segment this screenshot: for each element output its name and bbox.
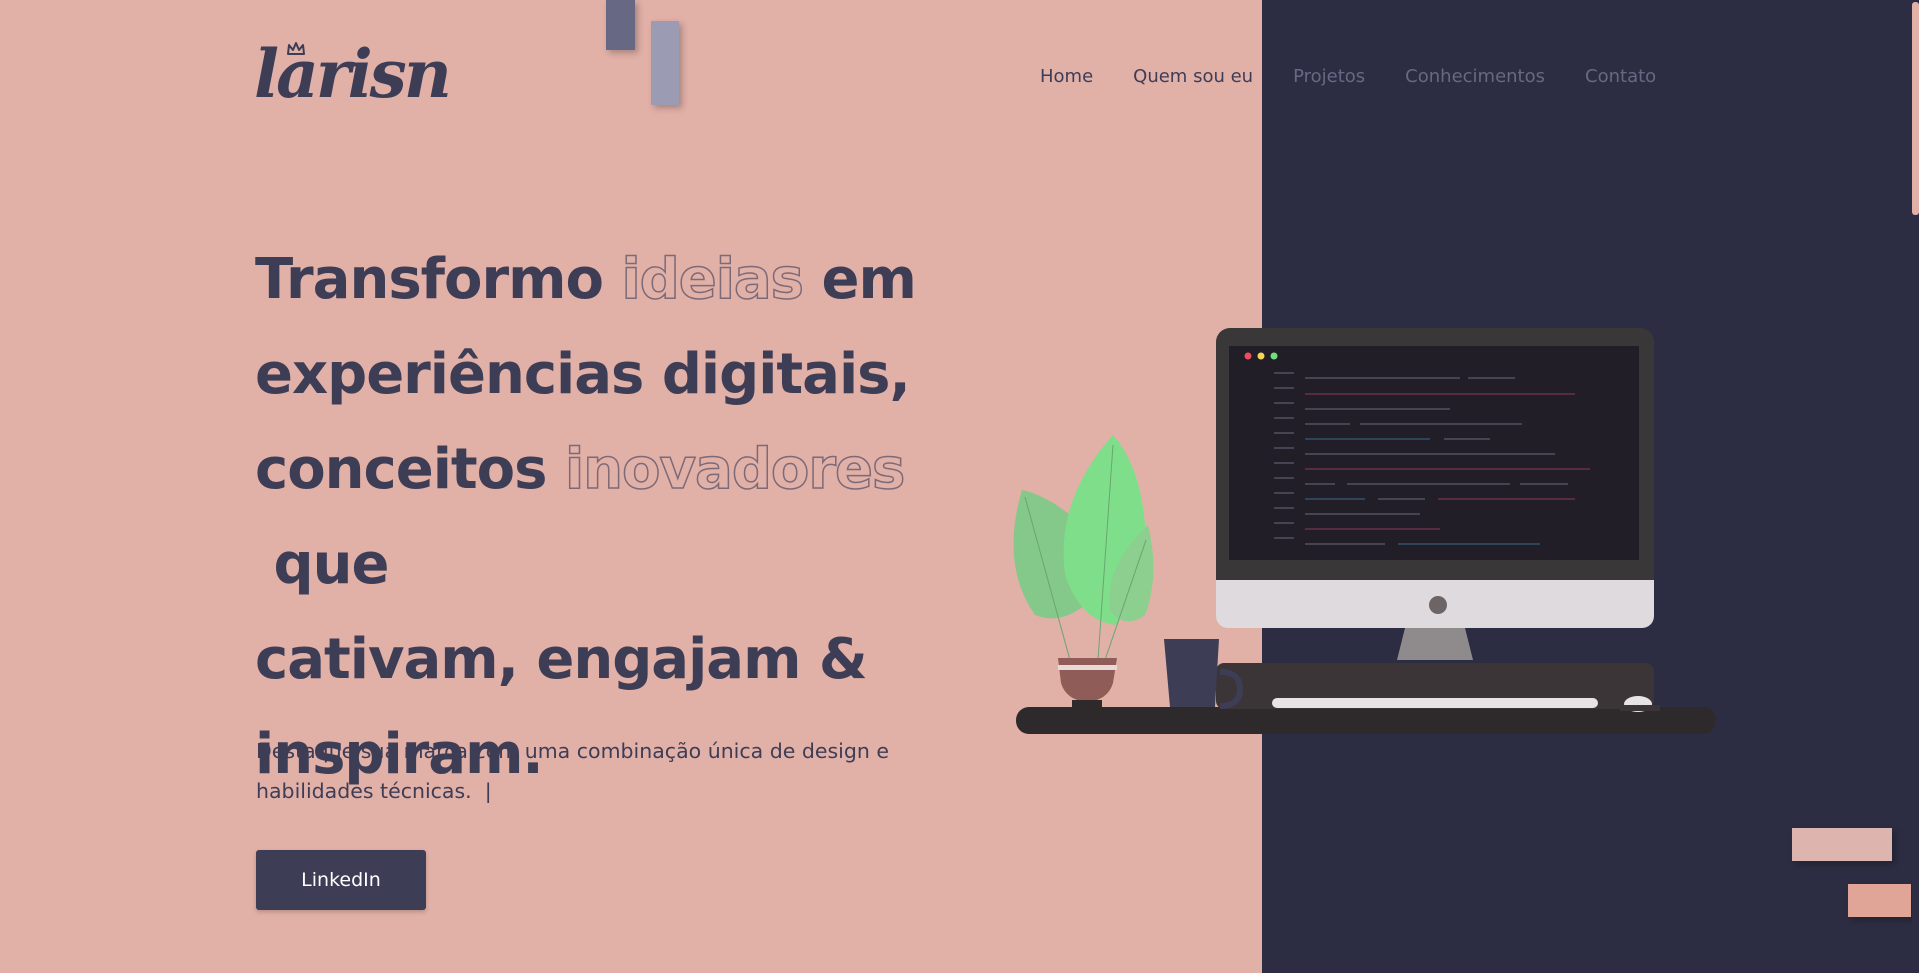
monitor-button	[1429, 596, 1447, 614]
nav-conhecimentos[interactable]: Conhecimentos	[1405, 66, 1545, 87]
decorative-block	[651, 21, 679, 105]
scrollbar-thumb[interactable]	[1912, 2, 1919, 215]
subtitle-line-1: Destaque sua marca com uma combinação ún…	[256, 739, 890, 763]
window-min-dot	[1257, 352, 1265, 360]
plant-illustration	[1013, 435, 1154, 708]
headline-line-3: conceitos inovadores que	[255, 422, 1015, 612]
logo-text: larisn	[254, 35, 452, 113]
shelf	[1016, 707, 1716, 734]
headline-text: conceitos	[255, 437, 565, 502]
subtitle-line-2: habilidades técnicas.	[256, 779, 472, 803]
headline-outline-word: inovadores	[564, 436, 906, 503]
headline-outline-word: ideias	[621, 246, 805, 313]
window-close-dot	[1244, 352, 1252, 360]
workspace-illustration	[1013, 328, 1716, 734]
headline-line-1: Transformo ideias em	[255, 232, 1015, 327]
headline-line-4: cativam, engajam &	[255, 627, 868, 692]
decorative-block	[1792, 828, 1892, 861]
nav-projetos[interactable]: Projetos	[1293, 66, 1365, 87]
linkedin-button[interactable]: LinkedIn	[256, 850, 426, 910]
nav-contato[interactable]: Contato	[1585, 66, 1656, 87]
typing-cursor: |	[484, 779, 492, 803]
hero-subtitle: Destaque sua marca com uma combinação ún…	[256, 731, 936, 811]
monitor-illustration	[1216, 328, 1654, 660]
window-max-dot	[1270, 352, 1278, 360]
crown-icon	[287, 42, 305, 55]
main-nav: Home Quem sou eu Projetos Conhecimentos …	[1040, 66, 1696, 87]
headline-text: Transformo	[255, 247, 622, 312]
decorative-block	[606, 0, 635, 50]
nav-quem-sou-eu[interactable]: Quem sou eu	[1133, 66, 1253, 87]
headline-line-2: experiências digitais,	[255, 342, 911, 407]
keyboard	[1272, 698, 1598, 708]
nav-home[interactable]: Home	[1040, 66, 1093, 87]
logo[interactable]: larisn	[252, 36, 452, 112]
headline-text: em	[803, 247, 917, 312]
hero-headline: Transformo ideias em experiências digita…	[255, 232, 1015, 802]
scrollbar[interactable]	[1912, 0, 1919, 973]
headline-text: que	[255, 532, 389, 597]
decorative-block	[1848, 884, 1911, 917]
